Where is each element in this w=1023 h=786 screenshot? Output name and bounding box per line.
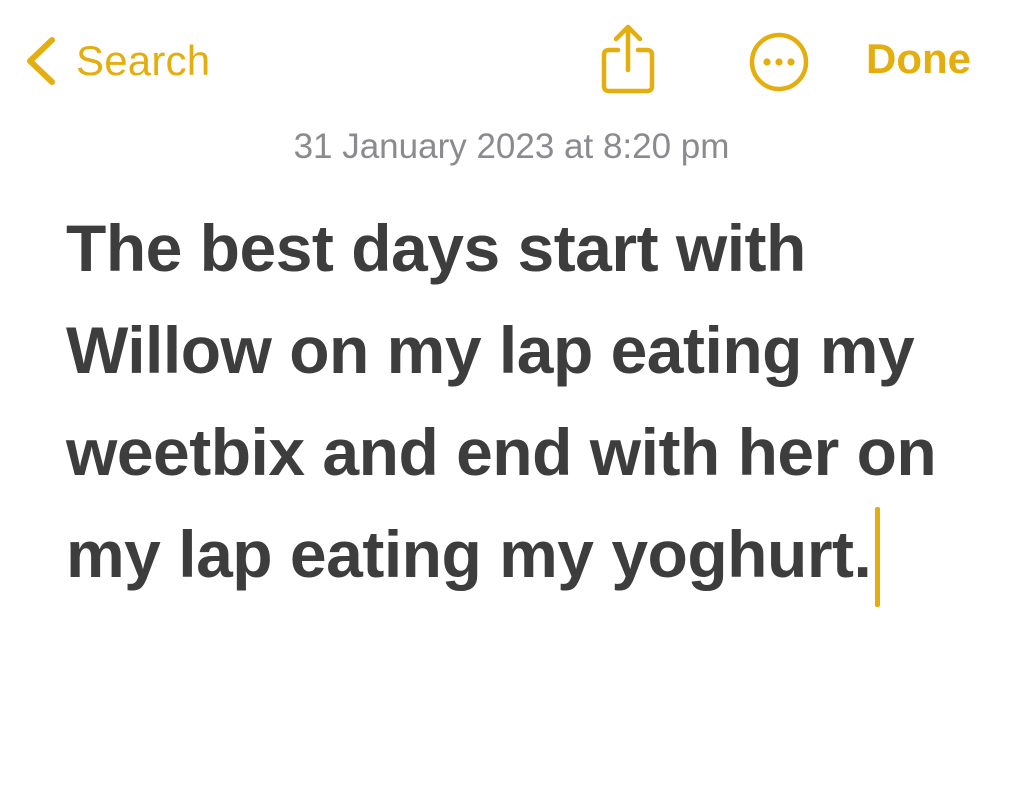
note-date: 31 January 2023 at 8:20 pm (293, 127, 730, 166)
note-body-editor[interactable]: The best days start with Willow on my la… (66, 197, 996, 607)
back-button-label: Search (76, 37, 211, 84)
text-cursor (875, 507, 881, 607)
more-options-icon[interactable] (746, 31, 812, 93)
navigation-bar: Search Done (0, 0, 1023, 120)
chevron-left-icon (27, 37, 55, 85)
note-body-text: The best days start with Willow on my la… (66, 211, 937, 591)
back-button[interactable]: Search (22, 30, 210, 92)
done-button[interactable]: Done (866, 38, 971, 80)
share-icon[interactable] (596, 22, 660, 96)
